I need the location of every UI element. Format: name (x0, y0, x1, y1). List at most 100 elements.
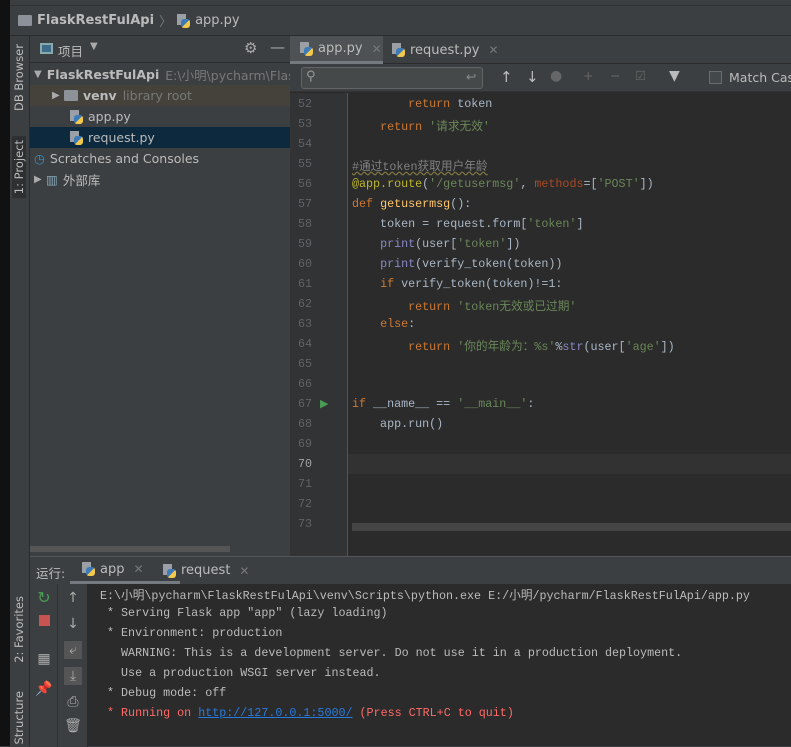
project-view-selector[interactable]: 项目 (58, 41, 83, 60)
tab-request-py[interactable]: request.py ✕ (390, 36, 499, 64)
code-token: def (352, 197, 374, 211)
gutter: 52 53 54 55 56 57 58 59 60 61 62 63 64 65 66 67 ▶ 68 69 70 7… (290, 93, 348, 556)
run-gutter-icon[interactable]: ▶ (320, 397, 328, 410)
left-tool-strip: DB Browser 1: Project 2: Favorites Struc… (10, 36, 30, 746)
rerun-icon[interactable]: ↻ (35, 589, 53, 607)
structure-tool-tab[interactable]: Structure (12, 691, 26, 745)
scroll-to-end-icon[interactable]: ⤓ (64, 667, 82, 685)
tab-label: app (100, 561, 125, 577)
running-suffix: (Press CTRL+C to quit) (352, 706, 514, 720)
close-icon[interactable]: ✕ (489, 43, 499, 57)
line-number: 68 (297, 417, 312, 431)
print-icon[interactable]: ⎙ (64, 693, 82, 711)
tab-label: app.py (318, 41, 363, 56)
code-line: return 'token无效或已过期' (352, 297, 576, 314)
run-tabs: 运行: app ✕ request ✕ (30, 557, 791, 584)
search-input-box[interactable]: ⚲ ↩ (301, 67, 483, 89)
favorites-tool-tab[interactable]: 2: Favorites (12, 596, 26, 663)
code-line: if verify_token(token)!=1: (352, 277, 562, 291)
line-number: 53 (297, 117, 312, 131)
remove-occurrence-icon[interactable]: − (610, 68, 620, 83)
code-token: (user[ (415, 237, 458, 251)
editor: app.py ✕ request.py ✕ ⚲ ↩ ↑ ↓ ● + − ☑ ▼ … (290, 36, 791, 556)
code-token: ]) (506, 237, 521, 251)
code-token: print (380, 257, 416, 271)
tree-item[interactable]: app.py (30, 106, 290, 127)
code-token: verify_token(token)!=1: (394, 277, 563, 291)
next-occurrence-icon[interactable]: ↓ (526, 68, 539, 86)
console-line: E:\小明\pycharm\FlaskRestFulApi\venv\Scrip… (100, 589, 750, 603)
db-browser-tab[interactable]: DB Browser (12, 44, 26, 111)
previous-occurrence-icon[interactable]: ↑ (500, 68, 513, 86)
line-number: 71 (297, 477, 312, 491)
tree-item-label: 外部库 (62, 173, 101, 188)
code-line: return token (352, 97, 492, 111)
chevron-right-icon: 〉 (159, 15, 173, 30)
code-line: def getusermsg(): (352, 197, 471, 211)
tree-item[interactable]: request.py (30, 127, 290, 148)
tree-item-hint: E:\小明\pycharm\FlaskRestFulApi (165, 68, 290, 83)
line-number: 55 (297, 157, 312, 171)
trash-icon[interactable]: 🗑 (64, 717, 82, 735)
breadcrumb-file[interactable]: app.py (195, 13, 240, 28)
project-panel-header: 项目 ▼ ⚙ — (30, 36, 290, 63)
add-occurrence-icon[interactable]: + (583, 68, 593, 83)
soft-wrap-icon[interactable]: ⤶ (64, 641, 82, 659)
pin-icon[interactable]: 📌 (35, 680, 53, 698)
code-token: 'token' (457, 237, 507, 251)
find-all-icon[interactable]: ● (550, 68, 562, 84)
run-tab-request[interactable]: request ✕ (163, 557, 249, 584)
tree-item[interactable]: ▶ venv library root (30, 85, 290, 106)
current-line-highlight (348, 454, 791, 474)
code-token: '/getusermsg' (429, 177, 521, 191)
close-icon[interactable]: ✕ (239, 564, 249, 578)
collapse-icon[interactable]: ▶ (34, 174, 46, 185)
run-panel: 运行: app ✕ request ✕ ↻ ▦ 📌 ↑ ↓ ⤶ ⤓ ⎙ 🗑 E:… (30, 556, 791, 747)
scratches-icon: ◷ (34, 151, 45, 166)
newline-icon[interactable]: ↩ (466, 69, 476, 84)
code-token: , (520, 177, 535, 191)
stop-icon[interactable] (39, 615, 50, 626)
match-case-checkbox[interactable] (709, 71, 722, 84)
select-all-occurrences-icon[interactable]: ☑ (635, 68, 646, 83)
expand-icon[interactable]: ▼ (34, 69, 42, 80)
project-tool-tab[interactable]: 1: Project (12, 136, 26, 199)
horizontal-scrollbar[interactable] (30, 546, 230, 552)
code-line: print(verify_token(token)) (352, 257, 562, 271)
tree-item[interactable]: ▶ ▥ 外部库 (30, 169, 290, 190)
code-token: 'age' (625, 340, 661, 354)
code-line: token = request.form['token'] (352, 217, 583, 231)
close-icon[interactable]: ✕ (372, 42, 382, 56)
minimize-icon[interactable]: — (270, 38, 285, 56)
code-token: token (450, 97, 493, 111)
tab-app-py[interactable]: app.py ✕ (290, 36, 383, 64)
chevron-down-icon[interactable]: ▼ (90, 41, 98, 52)
scroll-down-icon[interactable]: ↓ (64, 615, 82, 633)
python-icon (163, 563, 176, 578)
layout-icon[interactable]: ▦ (35, 650, 53, 668)
line-number: 73 (297, 517, 312, 531)
horizontal-scrollbar[interactable] (352, 523, 791, 531)
code-token: 'token' (527, 217, 577, 231)
breadcrumb-project[interactable]: FlaskRestFulApi (37, 13, 154, 28)
desktop-edge (0, 0, 10, 746)
collapse-icon[interactable]: ▶ (52, 90, 64, 101)
tree-item[interactable]: ◷ Scratches and Consoles (30, 148, 290, 169)
server-url-link[interactable]: http://127.0.0.1:5000/ (198, 706, 352, 720)
close-icon[interactable]: ✕ (133, 562, 143, 576)
code-token: token = request.form[ (352, 217, 528, 231)
python-file-icon (70, 130, 83, 145)
tree-item[interactable]: ▼ FlaskRestFulApi E:\小明\pycharm\FlaskRestF… (30, 64, 290, 85)
console-line: * Environment: production (100, 626, 283, 640)
code-token: '你的年龄为：%s' (457, 340, 556, 354)
tree-item-label: FlaskRestFulApi (46, 67, 160, 82)
scroll-up-icon[interactable]: ↑ (64, 589, 82, 607)
search-input[interactable] (324, 70, 454, 86)
gear-icon[interactable]: ⚙ (244, 39, 257, 57)
filter-icon[interactable]: ▼ (669, 68, 680, 84)
